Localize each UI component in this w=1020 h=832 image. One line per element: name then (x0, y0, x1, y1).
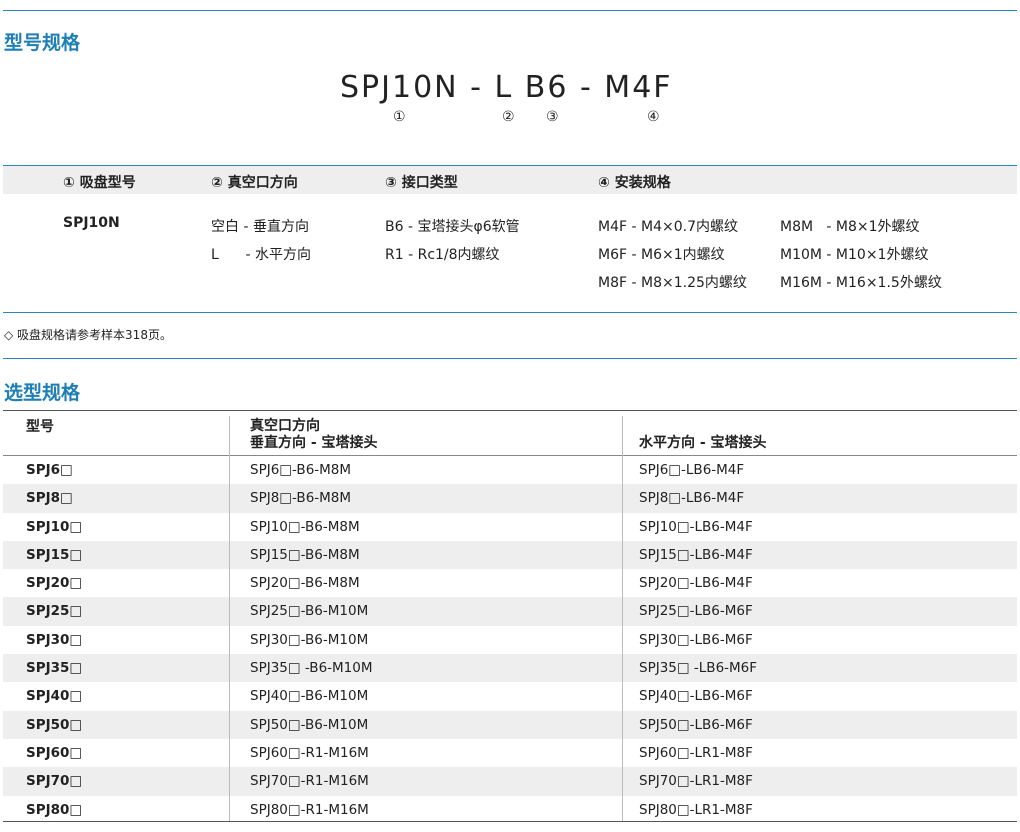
row-model: SPJ35□ (26, 660, 83, 677)
spec-model-value: SPJ10N (63, 215, 120, 231)
row-model: SPJ15□ (26, 546, 83, 563)
row-vertical-code: SPJ80□-R1-M16M (250, 801, 369, 818)
row-vertical-code: SPJ6□-B6-M8M (250, 462, 352, 478)
table-row: SPJ10□ SPJ10□-B6-M8M SPJ10□-LB6-M4F (3, 513, 1017, 541)
col-header-horizontal: 水平方向 - 宝塔接头 (639, 435, 767, 451)
table-row: SPJ8□ SPJ8□-B6-M8M SPJ8□-LB6-M4F (3, 484, 1017, 513)
row-horizontal-code: SPJ50□-LB6-M6F (639, 716, 753, 733)
row-vertical-code: SPJ35□ -B6-M10M (250, 660, 373, 677)
marker-2: ② (502, 109, 515, 125)
row-model: SPJ50□ (26, 716, 83, 733)
row-vertical-code: SPJ10□-B6-M8M (250, 518, 360, 535)
top-divider (3, 10, 1017, 11)
model-code-example: SPJ10N - L B6 - M4F (340, 70, 673, 105)
direction-option-2: L - 水平方向 (211, 247, 312, 263)
row-horizontal-code: SPJ70□-LR1-M8F (639, 773, 753, 790)
row-horizontal-code: SPJ20□-LB6-M4F (639, 575, 753, 592)
spec-header-band (3, 166, 1017, 194)
mount-option-6: M16M - M16×1.5外螺纹 (780, 275, 942, 291)
mount-option-3: M8F - M8×1.25内螺纹 (598, 275, 747, 291)
row-model: SPJ20□ (26, 575, 83, 592)
row-vertical-code: SPJ25□-B6-M10M (250, 603, 369, 620)
mount-option-2: M6F - M6×1内螺纹 (598, 247, 725, 263)
direction-option-1: 空白 - 垂直方向 (211, 219, 309, 235)
marker-4: ④ (647, 109, 660, 125)
row-model: SPJ40□ (26, 688, 83, 705)
header-interface-type: ③ 接口类型 (385, 175, 458, 191)
table-row: SPJ80□ SPJ80□-R1-M16M SPJ80□-LR1-M8F (3, 796, 1017, 824)
row-model: SPJ60□ (26, 744, 83, 761)
row-model: SPJ80□ (26, 801, 83, 818)
row-model: SPJ70□ (26, 773, 83, 790)
column-divider-2 (622, 416, 623, 821)
row-model: SPJ25□ (26, 603, 83, 620)
selection-table-top-rule (3, 410, 1017, 411)
row-model: SPJ8□ (26, 490, 73, 507)
table-row: SPJ40□ SPJ40□-B6-M10M SPJ40□-LB6-M6F (3, 682, 1017, 710)
table-row: SPJ35□ SPJ35□ -B6-M10M SPJ35□ -LB6-M6F (3, 654, 1017, 683)
row-model: SPJ10□ (26, 518, 83, 535)
table-row: SPJ60□ SPJ60□-R1-M16M SPJ60□-LR1-M8F (3, 739, 1017, 767)
section-title-model-spec: 型号规格 (4, 32, 81, 54)
col-header-vertical: 垂直方向 - 宝塔接头 (250, 435, 378, 451)
header-cup-model: ① 吸盘型号 (63, 175, 136, 191)
row-horizontal-code: SPJ25□-LB6-M6F (639, 603, 753, 620)
row-vertical-code: SPJ60□-R1-M16M (250, 744, 369, 761)
interface-option-2: R1 - Rc1/8内螺纹 (385, 247, 500, 263)
row-horizontal-code: SPJ8□-LB6-M4F (639, 490, 745, 507)
row-model: SPJ6□ (26, 462, 73, 478)
table-row: SPJ15□ SPJ15□-B6-M8M SPJ15□-LB6-M4F (3, 540, 1017, 570)
spec-table-bottom-rule (3, 312, 1017, 313)
reference-note: ◇ 吸盘规格请参考样本318页。 (4, 328, 172, 342)
row-horizontal-code: SPJ15□-LB6-M4F (639, 546, 753, 563)
row-model: SPJ30□ (26, 631, 83, 648)
selection-table-bottom-rule (3, 821, 1017, 822)
mount-option-1: M4F - M4×0.7内螺纹 (598, 219, 738, 235)
header-mount-spec: ④ 安装规格 (598, 175, 671, 191)
row-horizontal-code: SPJ10□-LB6-M4F (639, 518, 753, 535)
mount-option-5: M10M - M10×1外螺纹 (780, 247, 929, 263)
table-row: SPJ25□ SPJ25□-B6-M10M SPJ25□-LB6-M6F (3, 597, 1017, 626)
row-vertical-code: SPJ15□-B6-M8M (250, 546, 360, 563)
table-row: SPJ6□ SPJ6□-B6-M8M SPJ6□-LB6-M4F (3, 456, 1017, 484)
row-vertical-code: SPJ40□-B6-M10M (250, 688, 369, 705)
table-row: SPJ30□ SPJ30□-B6-M10M SPJ30□-LB6-M6F (3, 626, 1017, 654)
row-horizontal-code: SPJ30□-LB6-M6F (639, 631, 753, 648)
header-vacuum-direction: ② 真空口方向 (211, 175, 298, 191)
table-row: SPJ70□ SPJ70□-R1-M16M SPJ70□-LR1-M8F (3, 767, 1017, 796)
mount-option-4: M8M - M8×1外螺纹 (780, 219, 920, 235)
row-vertical-code: SPJ50□-B6-M10M (250, 716, 369, 733)
row-vertical-code: SPJ20□-B6-M8M (250, 575, 360, 592)
row-vertical-code: SPJ8□-B6-M8M (250, 490, 352, 507)
section-title-selection: 选型规格 (4, 382, 81, 404)
table-row: SPJ20□ SPJ20□-B6-M8M SPJ20□-LB6-M4F (3, 569, 1017, 597)
table-row: SPJ50□ SPJ50□-B6-M10M SPJ50□-LB6-M6F (3, 710, 1017, 739)
col-header-model: 型号 (26, 419, 54, 435)
marker-1: ① (393, 109, 406, 125)
marker-3: ③ (546, 109, 559, 125)
row-vertical-code: SPJ30□-B6-M10M (250, 631, 369, 648)
row-horizontal-code: SPJ6□-LB6-M4F (639, 462, 745, 478)
selection-table-body: SPJ6□ SPJ6□-B6-M8M SPJ6□-LB6-M4F SPJ8□ SPJ8□… (3, 456, 1017, 824)
row-horizontal-code: SPJ80□-LR1-M8F (639, 801, 753, 818)
section2-divider (3, 358, 1017, 359)
row-horizontal-code: SPJ40□-LB6-M6F (639, 688, 753, 705)
row-vertical-code: SPJ70□-R1-M16M (250, 773, 369, 790)
row-horizontal-code: SPJ60□-LR1-M8F (639, 744, 753, 761)
row-horizontal-code: SPJ35□ -LB6-M6F (639, 660, 758, 677)
column-divider-1 (229, 416, 230, 821)
interface-option-1: B6 - 宝塔接头φ6软管 (385, 219, 520, 235)
